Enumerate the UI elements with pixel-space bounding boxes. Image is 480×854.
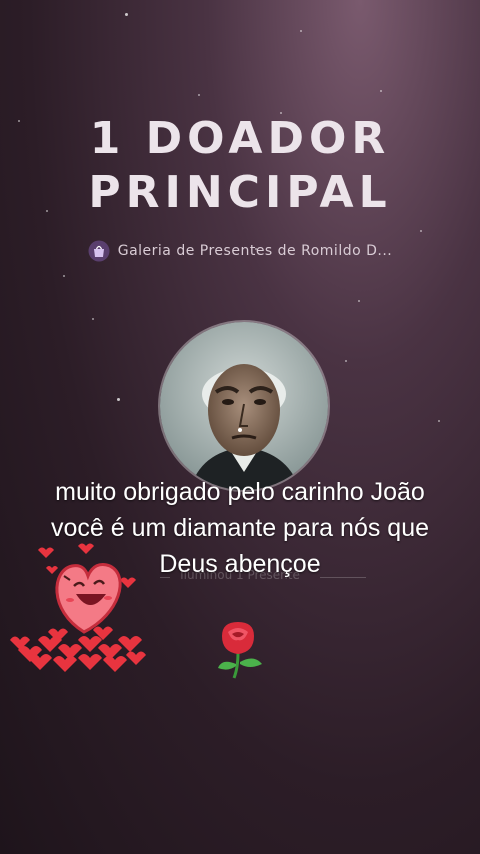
sparkle [117, 398, 120, 401]
sparkle [300, 30, 302, 32]
avatar[interactable] [158, 320, 330, 492]
gift-gallery-text: Galeria de Presentes de Romildo D... [117, 243, 393, 259]
caption-line: muito obrigado pelo carinho João [55, 478, 425, 506]
sparkle [63, 275, 65, 277]
gift-bag-icon [88, 240, 110, 262]
sparkle [92, 318, 94, 320]
sparkle [358, 300, 360, 302]
sparkle [420, 230, 422, 232]
laughing-heart-sticker [10, 543, 146, 672]
sparkle [198, 94, 200, 96]
sparkle [345, 360, 347, 362]
rose-icon [218, 622, 262, 679]
page-title-line2: PRINCIPAL [88, 167, 392, 218]
sparkle [125, 13, 128, 16]
gift-gallery-row[interactable]: Galeria de Presentes de Romildo D... [0, 240, 480, 262]
sparkle [438, 420, 440, 422]
sparkle [380, 90, 382, 92]
page-title-line1: 1 DOADOR [89, 113, 391, 164]
profile-photo [160, 322, 328, 490]
